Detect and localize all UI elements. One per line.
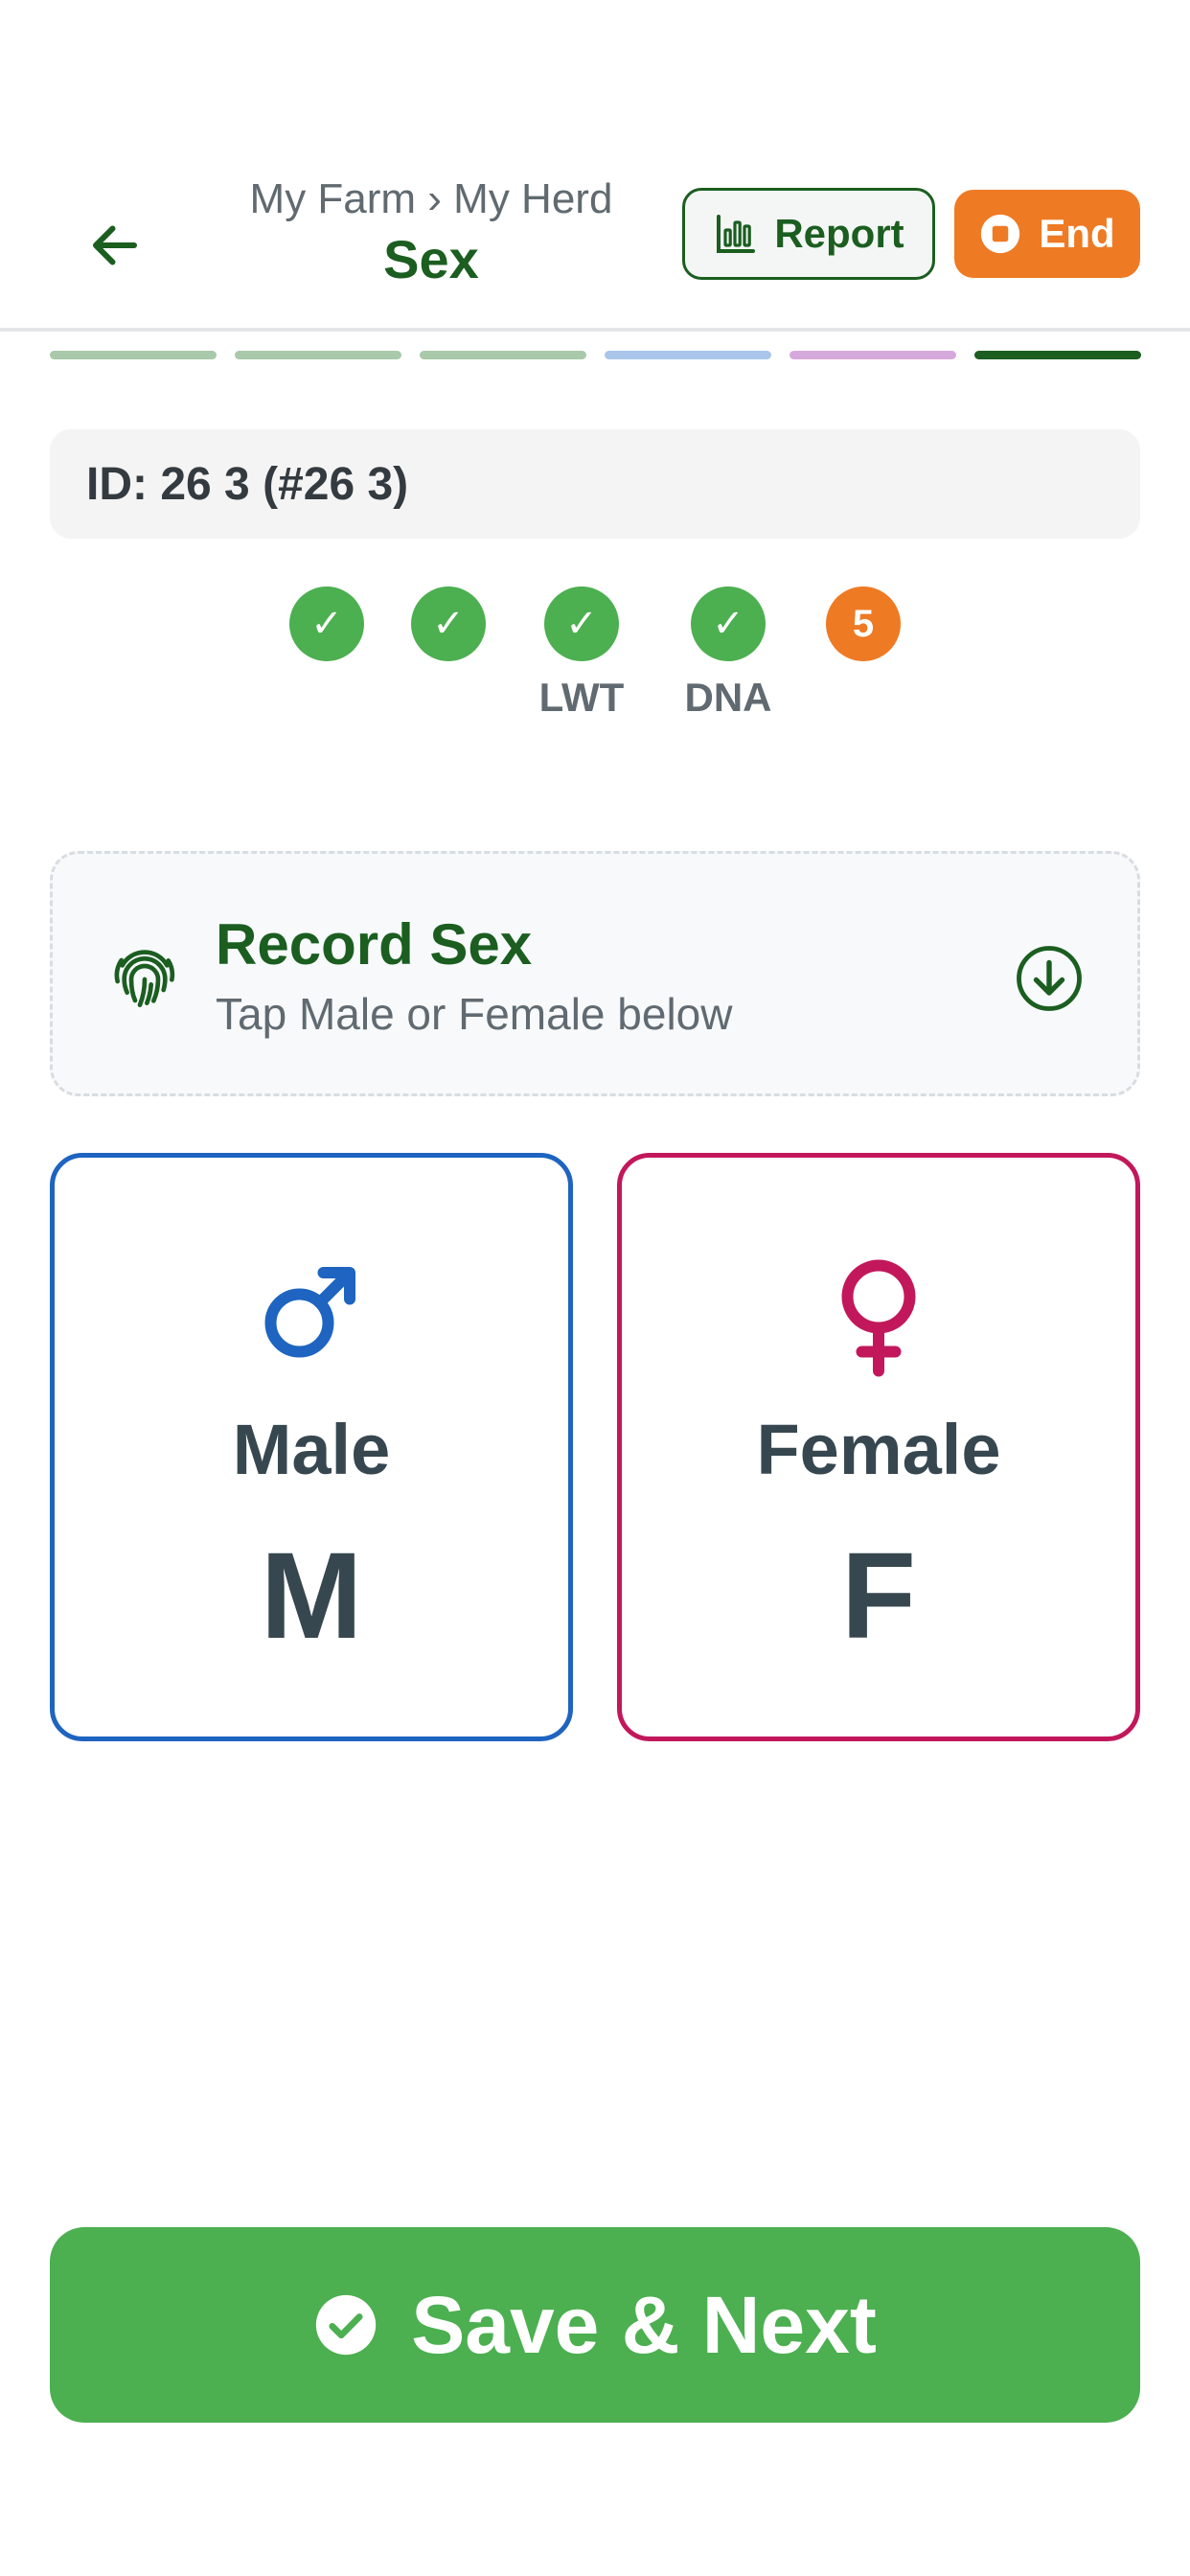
step-done-check: ✓	[411, 586, 486, 661]
female-option-button[interactable]: Female F	[617, 1153, 1140, 1741]
page-title: Sex	[383, 229, 479, 289]
sex-recording-screen: My Farm › My Herd Sex Report End ID: 26 …	[0, 0, 1190, 2576]
arrow-left-icon	[93, 225, 137, 265]
step-indicator[interactable]: ✓ LWT	[539, 586, 624, 720]
step-indicator-current[interactable]: 5	[826, 586, 901, 661]
report-button[interactable]: Report	[682, 188, 935, 280]
top-bar: My Farm › My Herd Sex Report End	[0, 153, 1190, 332]
progress-segment	[605, 351, 771, 359]
step-label-dna: DNA	[684, 675, 772, 720]
step-done-check: ✓	[289, 586, 364, 661]
female-symbol-icon	[841, 1259, 916, 1377]
report-label: Report	[774, 211, 904, 256]
end-button[interactable]: End	[954, 190, 1140, 278]
step-indicator[interactable]: ✓ DNA	[685, 586, 772, 720]
progress-segment	[974, 351, 1141, 359]
back-button[interactable]	[73, 203, 157, 288]
record-title: Record Sex	[216, 912, 533, 977]
bar-chart-icon	[717, 215, 756, 253]
female-key: F	[840, 1528, 917, 1665]
progress-segment	[790, 351, 956, 359]
step-indicator[interactable]: ✓	[289, 586, 364, 661]
check-circle-icon	[316, 2294, 377, 2356]
step-current-number: 5	[826, 586, 901, 661]
step-done-check: ✓	[691, 586, 766, 661]
progress-segment	[235, 351, 401, 359]
male-label: Male	[232, 1410, 391, 1489]
breadcrumb: My Farm › My Herd	[249, 175, 613, 222]
record-sex-card: Record Sex Tap Male or Female below	[50, 851, 1140, 1096]
male-symbol-icon	[264, 1267, 355, 1358]
male-key: M	[260, 1528, 363, 1665]
record-subtitle: Tap Male or Female below	[216, 989, 733, 1039]
progress-segment	[50, 351, 217, 359]
progress-segment	[420, 351, 586, 359]
animal-id: ID: 26 3 (#26 3)	[50, 429, 1140, 539]
stop-circle-icon	[981, 214, 1020, 254]
fingerprint-icon	[114, 950, 175, 1007]
arrow-down-circle-icon	[1017, 946, 1082, 1011]
header-titles: My Farm › My Herd Sex	[211, 172, 652, 293]
step-indicator[interactable]: ✓	[411, 586, 486, 661]
save-next-button[interactable]: Save & Next	[50, 2227, 1140, 2423]
end-label: End	[1039, 211, 1115, 256]
step-done-check: ✓	[544, 586, 619, 661]
male-option-button[interactable]: Male M	[50, 1153, 573, 1741]
save-label: Save & Next	[411, 2279, 877, 2370]
workflow-progress	[50, 351, 1141, 362]
female-label: Female	[756, 1410, 1001, 1489]
